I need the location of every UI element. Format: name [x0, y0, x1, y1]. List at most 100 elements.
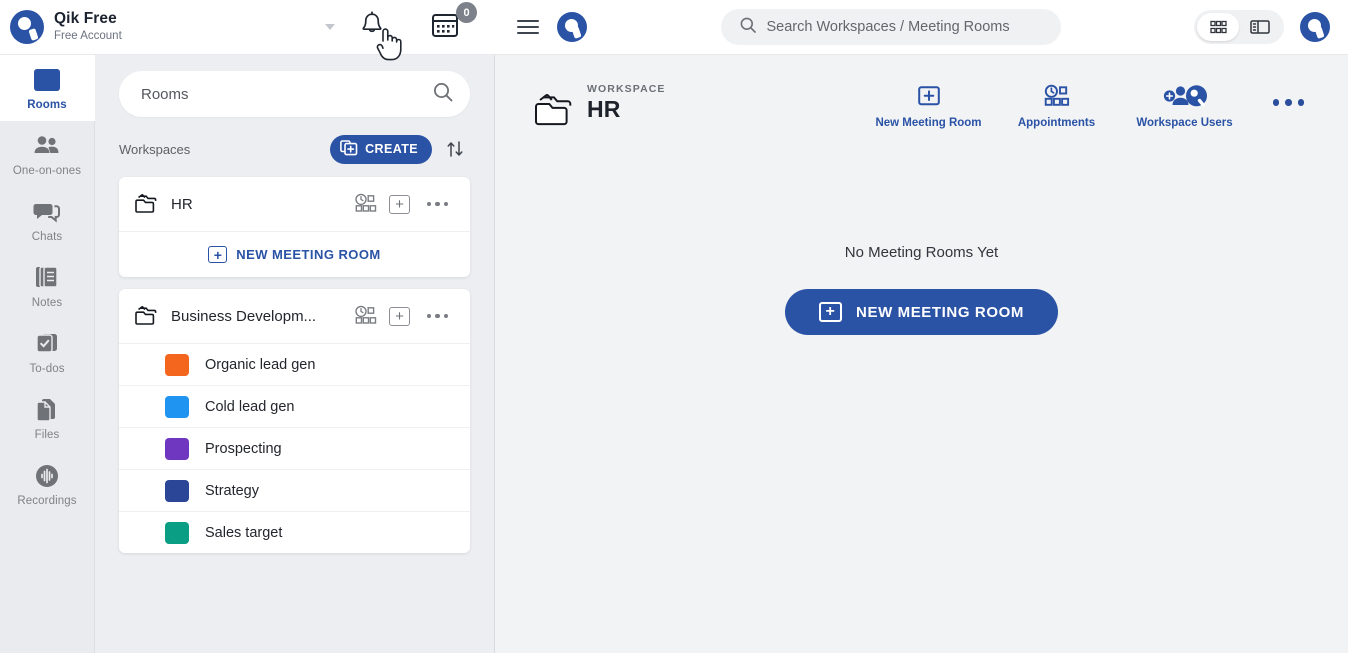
- grid-view-icon[interactable]: [1197, 13, 1239, 41]
- main-column: WORKSPACE HR New Meeting Room: [495, 0, 1348, 653]
- appointments-action[interactable]: Appointments: [1011, 83, 1103, 129]
- people-icon: [32, 131, 62, 161]
- empty-state: No Meeting Rooms Yet + NEW MEETING ROOM: [495, 136, 1348, 653]
- list-item[interactable]: Organic lead gen: [119, 343, 470, 385]
- room-color-swatch: [165, 521, 189, 544]
- main-topbar: [495, 0, 1348, 55]
- add-room-button[interactable]: +: [385, 301, 415, 331]
- sidebar-item-label: Notes: [31, 297, 63, 309]
- folder-stack-icon: [133, 192, 161, 216]
- workspace-users-action[interactable]: Workspace Users: [1136, 83, 1233, 129]
- room-name: Prospecting: [205, 440, 282, 457]
- workspace-heading: WORKSPACE HR: [587, 83, 666, 123]
- search-input[interactable]: [141, 85, 432, 103]
- view-toggle: [1194, 10, 1284, 44]
- list-item[interactable]: Prospecting: [119, 427, 470, 469]
- sidebar-item-recordings[interactable]: Recordings: [0, 451, 95, 517]
- more-horizontal-icon[interactable]: [1272, 99, 1304, 106]
- left-body: Rooms One-on-ones Chats Notes To-dos Fil…: [0, 55, 495, 653]
- workspace-card-hr: HR + + NEW MEETING ROOM: [119, 177, 470, 277]
- sidebar-item-label: Rooms: [27, 99, 67, 111]
- main-search[interactable]: [720, 9, 1061, 45]
- account-name: Qik Free: [54, 10, 117, 28]
- calendar-badge: 0: [456, 2, 477, 23]
- page-title: HR: [587, 96, 621, 122]
- workspaces-label: Workspaces: [119, 141, 191, 157]
- notes-icon: [33, 263, 61, 293]
- appointments-grid-icon[interactable]: [351, 189, 381, 219]
- hamburger-menu-icon[interactable]: [517, 19, 543, 35]
- create-button-label: CREATE: [365, 142, 418, 156]
- plus-box-icon: +: [389, 306, 410, 326]
- sidebar-item-label: One-on-ones: [12, 165, 82, 177]
- action-label: Workspace Users: [1136, 117, 1233, 129]
- list-item[interactable]: Strategy: [119, 469, 470, 511]
- search-input[interactable]: [766, 19, 1043, 35]
- room-name: Strategy: [205, 482, 259, 499]
- files-icon: [34, 395, 60, 425]
- create-copy-icon: [340, 139, 358, 159]
- action-label: New Meeting Room: [875, 117, 982, 129]
- folder-stack-icon: [531, 89, 577, 136]
- workspace-users-icon: [1162, 83, 1208, 109]
- sort-arrows-icon[interactable]: [440, 134, 470, 164]
- plus-box-icon: +: [208, 246, 228, 263]
- account-info[interactable]: Qik Free Free Account: [54, 10, 122, 43]
- plus-box-icon: [916, 83, 942, 109]
- recording-icon: [33, 461, 61, 491]
- workspace-kicker: WORKSPACE: [587, 83, 666, 95]
- appointments-grid-icon: [1043, 83, 1071, 109]
- room-color-swatch: [165, 395, 189, 418]
- room-name: Cold lead gen: [205, 398, 295, 415]
- room-color-swatch: [165, 437, 189, 460]
- sidebar-item-chats[interactable]: Chats: [0, 187, 95, 253]
- sidebar-item-label: To-dos: [29, 363, 65, 375]
- qik-logo-icon[interactable]: [557, 12, 587, 42]
- sidebar-item-one-on-ones[interactable]: One-on-ones: [0, 121, 95, 187]
- account-topbar: Qik Free Free Account 0: [0, 0, 495, 61]
- room-name: Organic lead gen: [205, 356, 316, 373]
- workspace-row[interactable]: Business Developm... +: [119, 289, 470, 343]
- sidebar-item-notes[interactable]: Notes: [0, 253, 95, 319]
- new-meeting-room-action[interactable]: New Meeting Room: [875, 83, 982, 129]
- search-icon[interactable]: [432, 81, 454, 108]
- sidebar-item-to-dos[interactable]: To-dos: [0, 319, 95, 385]
- new-meeting-room-label: NEW MEETING ROOM: [236, 247, 381, 262]
- workspace-hero: WORKSPACE HR New Meeting Room Appointmen…: [495, 55, 1348, 136]
- sidebar-item-files[interactable]: Files: [0, 385, 95, 451]
- room-name: Sales target: [205, 524, 283, 541]
- workspaces-header: Workspaces CREATE: [119, 133, 470, 165]
- plus-box-icon: +: [389, 194, 410, 214]
- rooms-search[interactable]: [119, 71, 470, 117]
- avatar[interactable]: [1300, 12, 1330, 42]
- new-meeting-room-button-label: NEW MEETING ROOM: [856, 303, 1024, 321]
- panel-view-icon[interactable]: [1239, 13, 1281, 41]
- list-item[interactable]: Sales target: [119, 511, 470, 553]
- sidebar-item-label: Recordings: [17, 495, 77, 507]
- more-horizontal-icon[interactable]: [421, 313, 455, 319]
- room-color-swatch: [165, 479, 189, 502]
- workspace-actions: New Meeting Room Appointments Workspace …: [875, 83, 1304, 129]
- search-icon: [739, 16, 757, 39]
- action-label: Appointments: [1017, 117, 1096, 129]
- add-room-button[interactable]: +: [385, 189, 415, 219]
- sidebar-item-label: Files: [34, 429, 60, 441]
- folder-stack-icon: [133, 304, 161, 328]
- workspace-name: HR: [171, 195, 193, 213]
- qik-logo-icon[interactable]: [0, 10, 54, 44]
- workspace-name: Business Developm...: [171, 307, 317, 325]
- list-item[interactable]: Cold lead gen: [119, 385, 470, 427]
- chevron-down-icon[interactable]: [325, 24, 335, 30]
- workspace-card-business-development: Business Developm... + Organic lead gen …: [119, 289, 470, 553]
- new-meeting-room-link[interactable]: + NEW MEETING ROOM: [119, 231, 470, 277]
- create-button[interactable]: CREATE: [330, 134, 432, 164]
- more-horizontal-icon[interactable]: [421, 201, 455, 207]
- workspace-row[interactable]: HR +: [119, 177, 470, 231]
- sidebar-item-rooms[interactable]: Rooms: [0, 55, 95, 121]
- new-meeting-room-button[interactable]: + NEW MEETING ROOM: [785, 289, 1058, 335]
- rooms-panel: Workspaces CREATE: [95, 55, 495, 653]
- bell-icon[interactable]: [358, 10, 386, 40]
- checkbox-icon: [33, 329, 61, 359]
- appointments-grid-icon[interactable]: [351, 301, 381, 331]
- empty-state-message: No Meeting Rooms Yet: [844, 244, 999, 261]
